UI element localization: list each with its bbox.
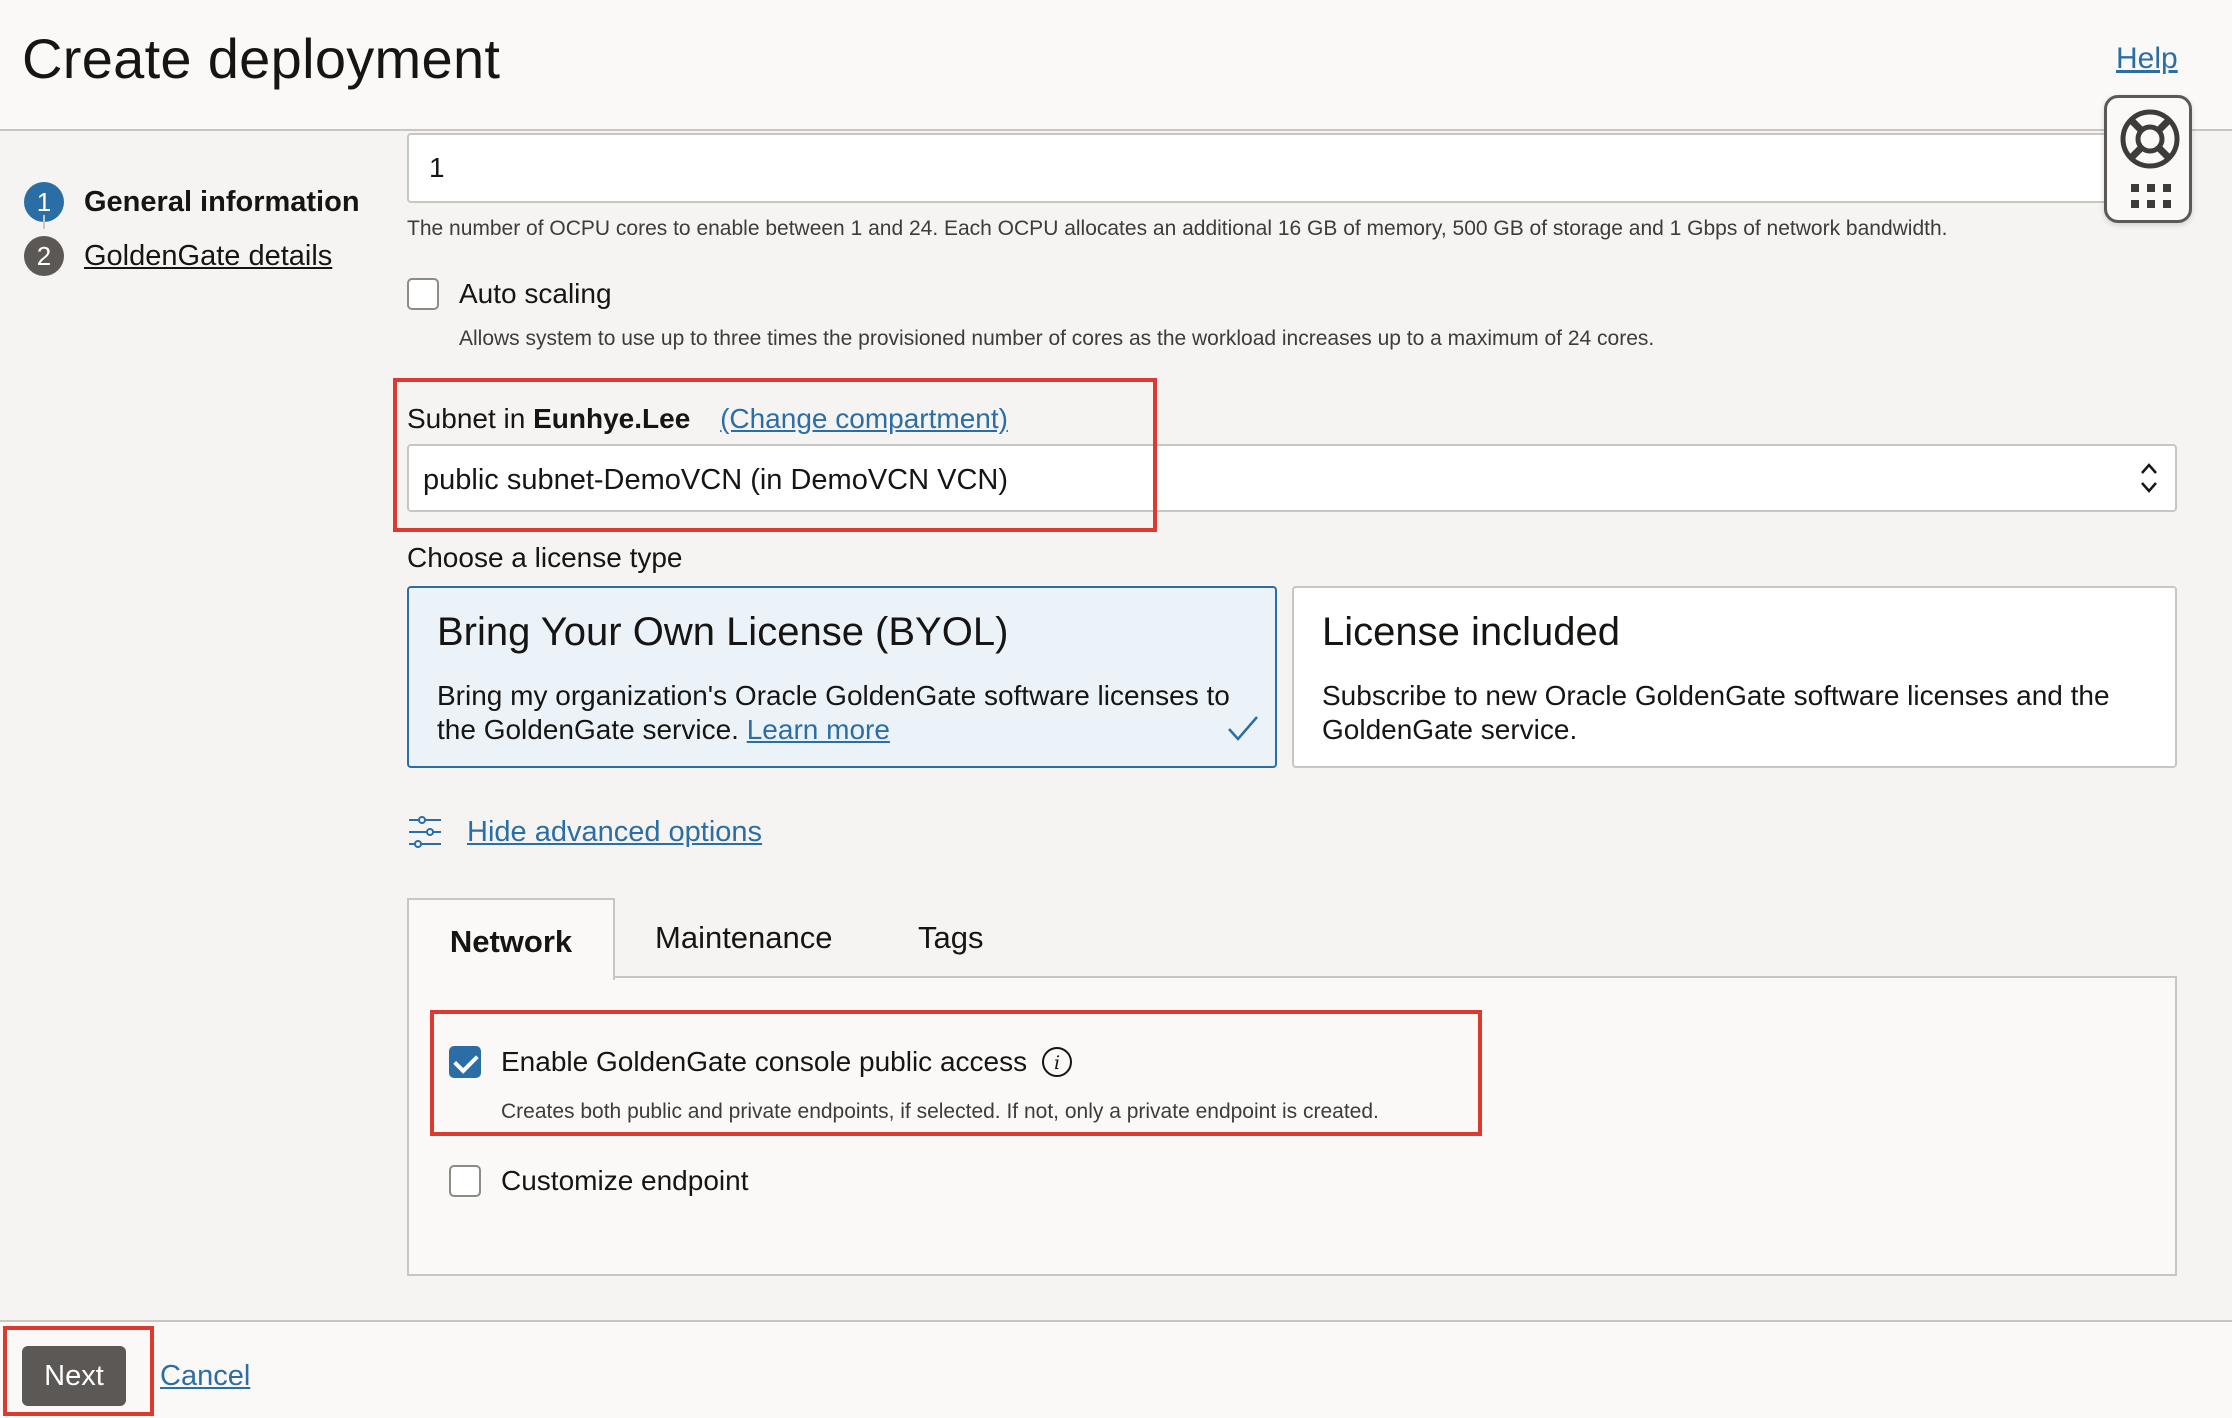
ocpu-help-text: The number of OCPU cores to enable betwe… bbox=[407, 217, 1948, 240]
lifebuoy-icon bbox=[2120, 109, 2180, 169]
public-access-help-text: Creates both public and private endpoint… bbox=[501, 1100, 1379, 1123]
wizard-steps: 1 General information 2 GoldenGate detai… bbox=[24, 175, 360, 283]
ocpu-count-input[interactable] bbox=[407, 133, 2177, 203]
apps-grid-icon bbox=[2131, 184, 2171, 208]
public-access-option[interactable]: Enable GoldenGate console public access … bbox=[449, 1046, 1073, 1078]
subnet-select-value: public subnet-DemoVCN (in DemoVCN VCN) bbox=[423, 464, 1009, 496]
info-icon[interactable]: i bbox=[1041, 1046, 1073, 1078]
create-deployment-page: Create deployment Help 1 General informa… bbox=[0, 0, 2232, 1418]
step-goldengate-details[interactable]: 2 GoldenGate details bbox=[24, 229, 360, 283]
subnet-label: Subnet in Eunhye.Lee (Change compartment… bbox=[407, 403, 1008, 435]
auto-scaling-option[interactable]: Auto scaling bbox=[407, 278, 612, 310]
license-option-description: Subscribe to new Oracle GoldenGate softw… bbox=[1322, 680, 2110, 745]
help-widget[interactable] bbox=[2104, 95, 2192, 223]
cancel-link[interactable]: Cancel bbox=[160, 1360, 250, 1393]
hide-advanced-options[interactable]: Hide advanced options bbox=[407, 814, 762, 850]
subnet-label-prefix: Subnet in bbox=[407, 403, 526, 434]
license-option-included[interactable]: License included Subscribe to new Oracle… bbox=[1292, 586, 2177, 768]
tab-tags[interactable]: Tags bbox=[918, 898, 983, 978]
auto-scaling-label: Auto scaling bbox=[459, 278, 612, 309]
page-header: Create deployment Help bbox=[0, 0, 2232, 131]
page-title: Create deployment bbox=[22, 27, 501, 90]
step-general-information[interactable]: 1 General information bbox=[24, 175, 360, 229]
license-type-title: Choose a license type bbox=[407, 542, 683, 573]
subnet-compartment-name: Eunhye.Lee bbox=[533, 403, 691, 434]
public-access-checkbox[interactable] bbox=[449, 1046, 481, 1078]
customize-endpoint-checkbox[interactable] bbox=[449, 1165, 481, 1197]
step-label[interactable]: GoldenGate details bbox=[84, 240, 332, 273]
step-connector bbox=[43, 215, 45, 229]
license-option-title: Bring Your Own License (BYOL) bbox=[437, 610, 1009, 654]
license-option-title: License included bbox=[1322, 610, 1620, 654]
step-number: 2 bbox=[24, 236, 64, 276]
customize-endpoint-option[interactable]: Customize endpoint bbox=[449, 1165, 748, 1197]
license-option-description: Bring my organization's Oracle GoldenGat… bbox=[437, 680, 1230, 745]
advanced-tabs: Network Maintenance Tags bbox=[407, 898, 2177, 980]
learn-more-link[interactable]: Learn more bbox=[747, 714, 890, 745]
step-label: General information bbox=[84, 185, 360, 218]
subnet-select[interactable]: public subnet-DemoVCN (in DemoVCN VCN) bbox=[407, 444, 2177, 512]
help-link[interactable]: Help bbox=[2116, 42, 2178, 76]
license-option-byol[interactable]: Bring Your Own License (BYOL) Bring my o… bbox=[407, 586, 1277, 768]
network-tab-panel: Enable GoldenGate console public access … bbox=[407, 976, 2177, 1276]
customize-endpoint-label: Customize endpoint bbox=[501, 1165, 749, 1196]
sliders-icon bbox=[409, 816, 441, 848]
select-chevron-icon bbox=[2141, 463, 2157, 493]
tab-network[interactable]: Network bbox=[407, 898, 615, 980]
auto-scaling-checkbox[interactable] bbox=[407, 278, 439, 310]
hide-advanced-options-label: Hide advanced options bbox=[467, 815, 763, 848]
tab-maintenance[interactable]: Maintenance bbox=[655, 898, 833, 978]
next-button[interactable]: Next bbox=[22, 1346, 126, 1406]
svg-text:i: i bbox=[1054, 1052, 1060, 1074]
change-compartment-link[interactable]: (Change compartment) bbox=[720, 403, 1008, 434]
auto-scaling-help-text: Allows system to use up to three times t… bbox=[459, 327, 1655, 350]
page-footer: Next Cancel bbox=[0, 1320, 2232, 1418]
checkmark-icon bbox=[1228, 716, 1258, 741]
public-access-label: Enable GoldenGate console public access bbox=[501, 1046, 1028, 1077]
